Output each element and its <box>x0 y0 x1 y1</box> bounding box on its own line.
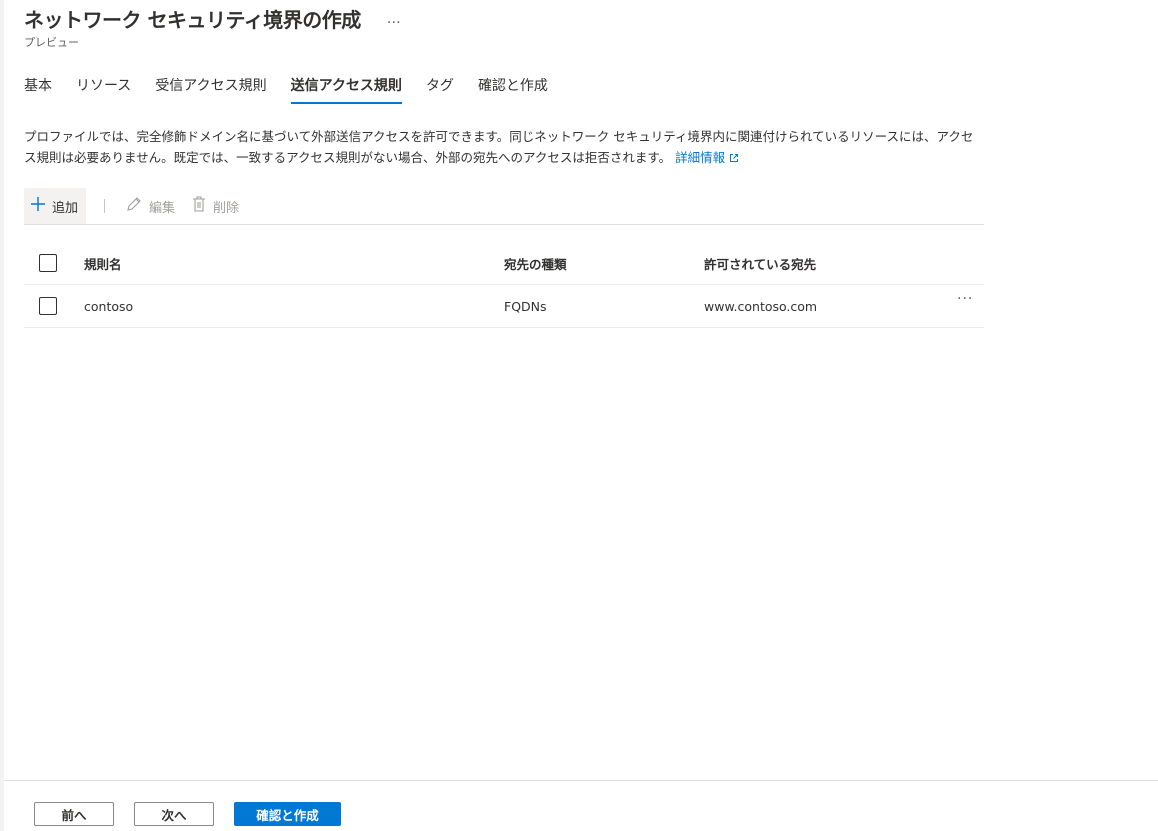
edit-button[interactable]: 編集 <box>125 188 175 224</box>
cell-allowed-destination: www.contoso.com <box>704 298 818 314</box>
table-row[interactable]: contoso FQDNs www.contoso.com ··· <box>24 285 984 328</box>
learn-more-label: 詳細情報 <box>675 150 726 165</box>
table-header: 規則名 宛先の種類 許可されている宛先 <box>24 242 984 285</box>
toolbar-divider <box>104 199 106 213</box>
column-header-destination-type: 宛先の種類 <box>504 256 567 272</box>
description: プロファイルでは、完全修飾ドメイン名に基づいて外部送信アクセスを許可できます。同… <box>24 126 984 169</box>
add-label: 追加 <box>52 200 79 216</box>
add-button[interactable]: 追加 <box>24 188 87 224</box>
select-all-checkbox[interactable] <box>39 254 57 272</box>
edit-label: 編集 <box>149 200 176 216</box>
plus-icon <box>30 196 46 216</box>
command-bar: 追加 編集 削除 <box>24 188 984 225</box>
tab-resources[interactable]: リソース <box>76 76 131 104</box>
rules-table: 規則名 宛先の種類 許可されている宛先 contoso FQDNs www.co… <box>24 242 984 328</box>
delete-label: 削除 <box>213 200 240 216</box>
title-row: ネットワーク セキュリティ境界の作成 … <box>24 4 401 33</box>
wizard-tabs: 基本 リソース 受信アクセス規則 送信アクセス規則 タグ 確認と作成 <box>24 76 572 104</box>
column-header-allowed-destination: 許可されている宛先 <box>704 256 817 272</box>
trash-icon <box>191 195 207 217</box>
more-options-icon[interactable]: … <box>387 11 401 27</box>
page-subtitle: プレビュー <box>24 36 79 49</box>
row-more-icon[interactable]: ··· <box>957 291 973 307</box>
previous-button[interactable]: 前へ <box>34 802 114 826</box>
pencil-icon <box>125 195 143 217</box>
cell-rule-name: contoso <box>84 298 134 314</box>
portal-left-edge <box>0 0 4 831</box>
page-title: ネットワーク セキュリティ境界の作成 <box>24 8 361 32</box>
footer-divider <box>4 780 1158 781</box>
tab-outbound-rules[interactable]: 送信アクセス規則 <box>290 76 403 104</box>
tab-basics[interactable]: 基本 <box>24 76 52 104</box>
learn-more-link[interactable]: 詳細情報 <box>675 150 739 165</box>
external-link-icon <box>729 148 739 169</box>
review-create-button[interactable]: 確認と作成 <box>234 802 341 826</box>
delete-button[interactable]: 削除 <box>191 188 239 224</box>
tab-review-create[interactable]: 確認と作成 <box>478 76 548 104</box>
next-button[interactable]: 次へ <box>134 802 214 826</box>
tab-inbound-rules[interactable]: 受信アクセス規則 <box>155 76 266 104</box>
description-text: プロファイルでは、完全修飾ドメイン名に基づいて外部送信アクセスを許可できます。同… <box>24 129 974 165</box>
row-checkbox[interactable] <box>39 297 57 315</box>
column-header-rule-name: 規則名 <box>84 256 122 272</box>
cell-destination-type: FQDNs <box>504 298 547 314</box>
tab-tags[interactable]: タグ <box>426 76 454 104</box>
